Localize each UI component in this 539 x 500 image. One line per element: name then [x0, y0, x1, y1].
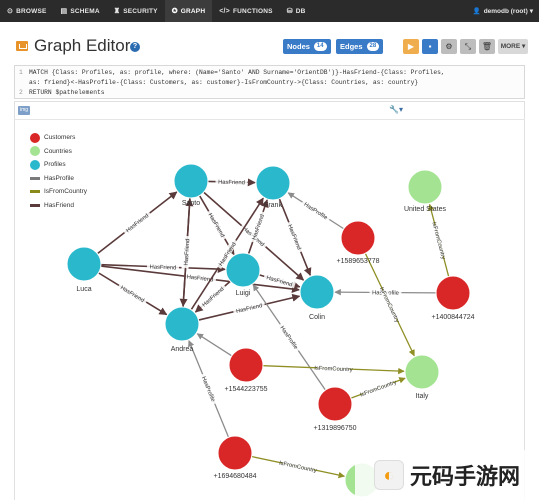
node-circle	[340, 220, 376, 256]
node-circle	[317, 386, 353, 422]
node-label: Frank	[264, 202, 282, 209]
watermark-logo-icon: ◐	[373, 460, 404, 490]
watermark: ◐ 元码手游网	[355, 450, 539, 500]
node-label: Andrea	[171, 346, 194, 353]
node-label: Luigi	[236, 290, 251, 297]
node-label: Colin	[309, 314, 325, 321]
edge-label: HasFriend	[125, 213, 150, 234]
graph-nodes: Santo Frank Luca Luigi Colin Andrea +158965377…	[66, 163, 475, 498]
node-profile[interactable]: Andrea	[164, 306, 200, 353]
node-circle	[299, 274, 335, 310]
node-customer[interactable]: +1694680484	[213, 435, 257, 480]
node-circle	[225, 252, 261, 288]
node-label: United States	[404, 206, 447, 213]
edge-hasProfile[interactable]: HasProfile	[287, 192, 345, 230]
edge-line	[196, 333, 233, 357]
edge-hasFriend[interactable]: HasFriend	[98, 272, 168, 316]
node-profile[interactable]: Luca	[66, 246, 102, 293]
node-label: Santo	[182, 200, 200, 207]
node-profile[interactable]: Luigi	[225, 252, 261, 297]
edge-label: IsFromCountry	[430, 221, 446, 260]
edge-hasFriend[interactable]: HasFriend	[100, 262, 226, 274]
node-circle	[435, 275, 471, 311]
node-circle	[66, 246, 102, 282]
edge-label: HasFriend	[184, 239, 192, 266]
edge-label: HasFriend	[286, 224, 302, 251]
edge-label: IsFromCountry	[314, 366, 353, 374]
node-country[interactable]: United States	[404, 169, 447, 213]
node-circle	[164, 306, 200, 342]
edge-hasFriend[interactable]: HasFriend	[207, 177, 256, 187]
edge-hasFriend[interactable]: HasFriend	[194, 280, 231, 313]
node-label: +1589653778	[336, 258, 379, 265]
node-label: +1544223755	[224, 386, 267, 393]
graph-canvas[interactable]: HasFriendHasFriendHasFriendHasFriendHasF…	[0, 0, 539, 500]
graph-edges: HasFriendHasFriendHasFriendHasFriendHasF…	[96, 177, 450, 479]
edge-label: HasFriend	[218, 180, 245, 187]
edge-hasFriend[interactable]: HasFriend	[179, 197, 192, 307]
node-circle	[173, 163, 209, 199]
node-circle	[217, 435, 253, 471]
edge-hasProfile[interactable]	[196, 333, 233, 357]
edge-label: HasProfile	[200, 376, 216, 403]
node-label: +1400844724	[431, 314, 474, 321]
edge-hasFriend[interactable]: HasFriend	[96, 191, 178, 255]
node-label: Luca	[76, 286, 91, 293]
edge-hasProfile[interactable]: HasProfile	[188, 340, 230, 438]
node-circle	[407, 169, 443, 205]
node-label: +1694680484	[213, 473, 256, 480]
node-label: +1319896750	[313, 425, 356, 432]
edge-label: HasProfile	[278, 325, 298, 350]
watermark-text: 元码手游网	[409, 465, 520, 490]
edge-isFromCountry[interactable]: IsFromCountry	[427, 203, 450, 277]
node-circle	[255, 165, 291, 201]
node-circle	[228, 347, 264, 383]
edge-isFromCountry[interactable]: IsFromCountry	[262, 363, 405, 375]
node-circle	[404, 354, 440, 390]
node-profile[interactable]: Colin	[299, 274, 335, 321]
edge-isFromCountry[interactable]: IsFromCountry	[251, 455, 346, 479]
node-country[interactable]: Italy	[404, 354, 440, 400]
edge-isFromCountry[interactable]: IsFromCountry	[364, 253, 415, 357]
edge-hasFriend[interactable]: HasFriend	[190, 197, 264, 311]
edge-label: HasFriend	[149, 264, 176, 271]
edge-isFromCountry[interactable]: IsFromCountry	[350, 377, 406, 399]
node-label: Italy	[416, 393, 429, 400]
node-customer[interactable]: +1400844724	[431, 275, 475, 321]
edge-label: HasFriend	[202, 286, 226, 308]
node-customer[interactable]: +1319896750	[313, 386, 357, 432]
